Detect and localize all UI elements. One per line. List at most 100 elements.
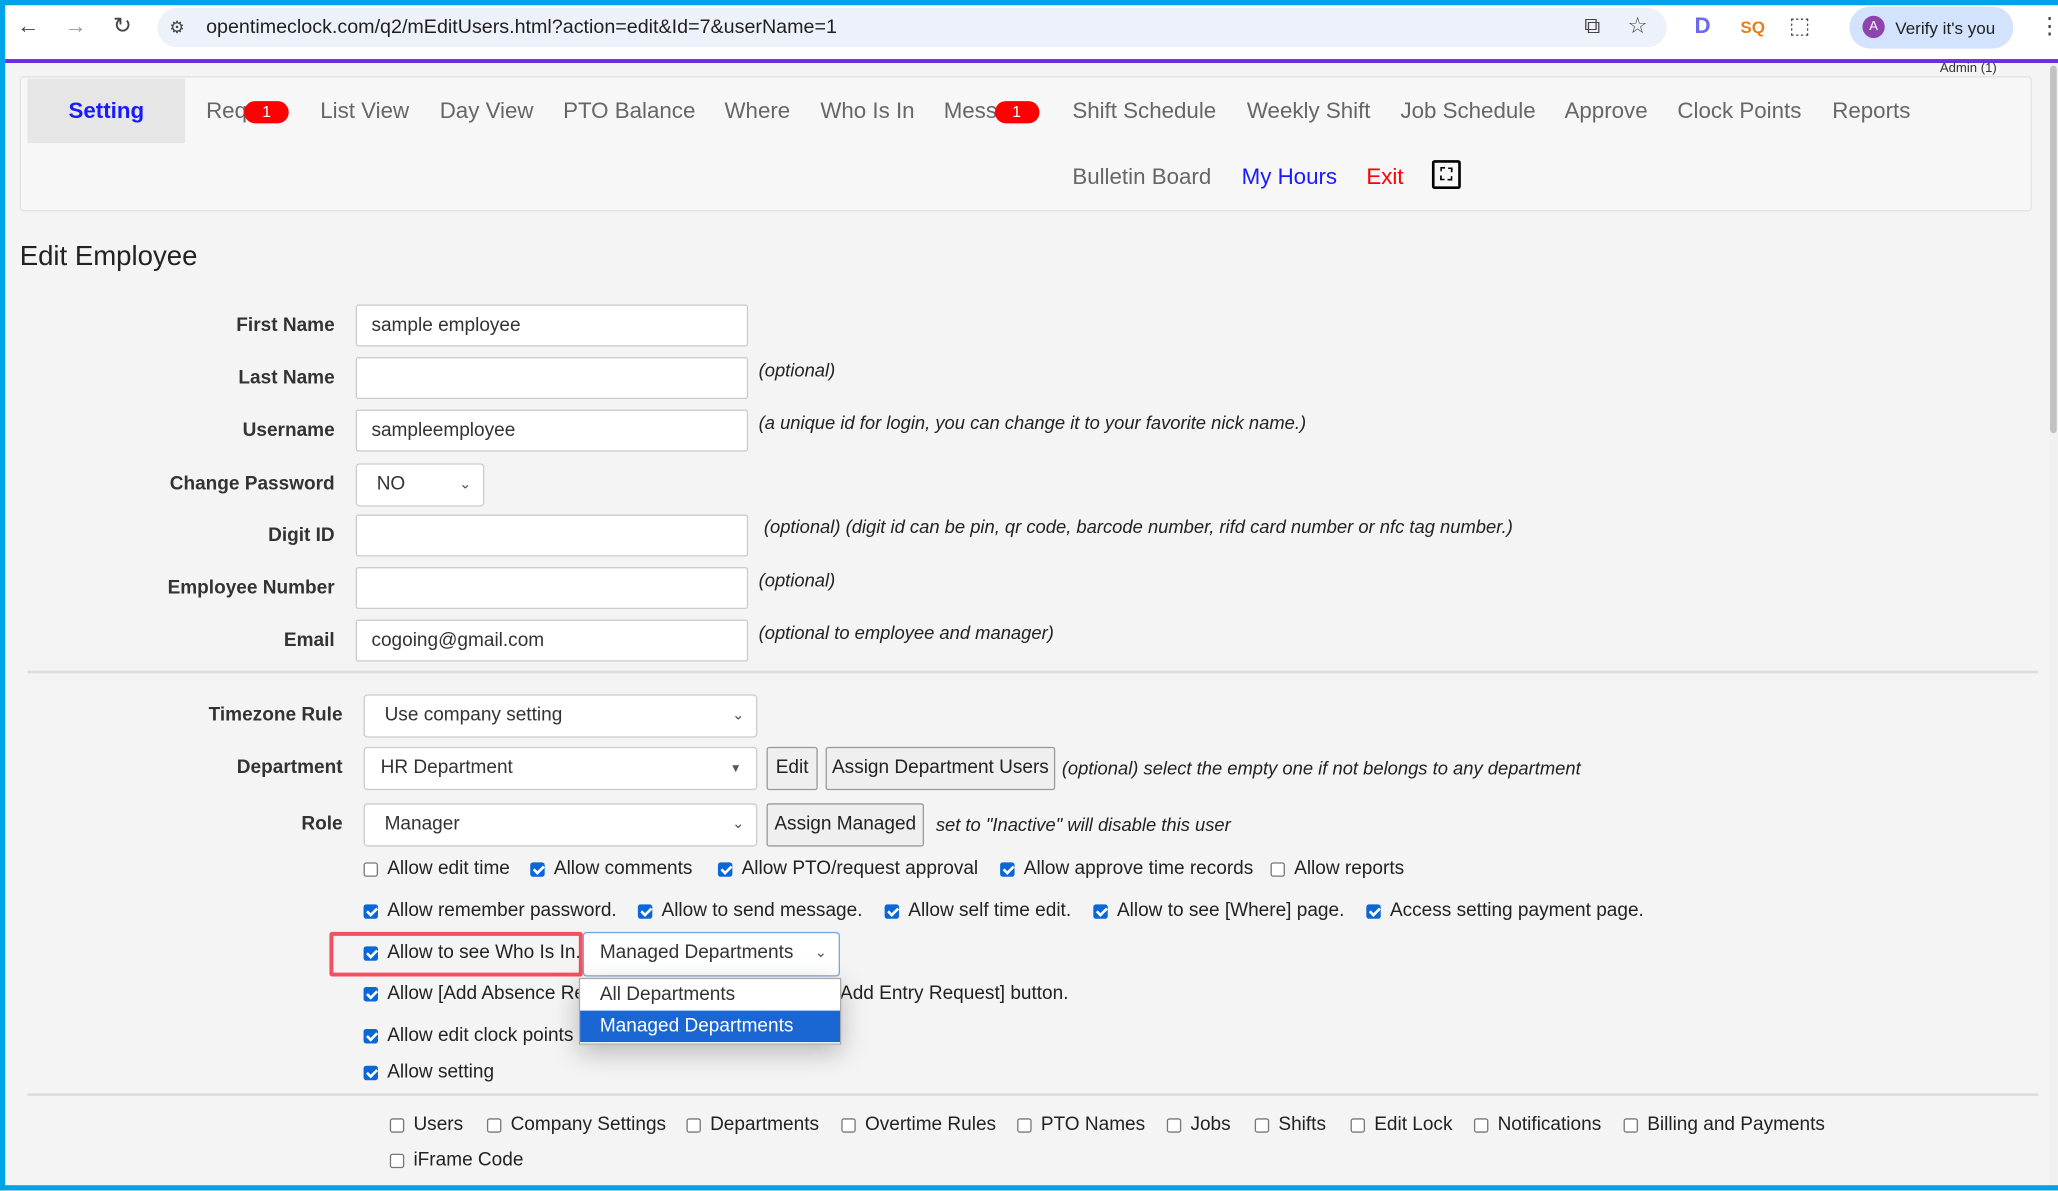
- permission-checkbox-shifts[interactable]: Shifts: [1254, 1114, 1326, 1135]
- option-managed-departments[interactable]: Managed Departments: [580, 1010, 840, 1043]
- permission-checkbox-jobs[interactable]: Jobs: [1166, 1114, 1231, 1135]
- timezone-select[interactable]: Use company setting ⌄: [363, 694, 758, 738]
- checkbox[interactable]: [1166, 1117, 1182, 1133]
- menu-icon[interactable]: ⋮: [2038, 13, 2058, 39]
- edit-department-button[interactable]: Edit: [766, 746, 818, 791]
- checkbox[interactable]: [363, 986, 378, 1001]
- permission-checkbox-edit-lock[interactable]: Edit Lock: [1350, 1114, 1452, 1135]
- checkbox[interactable]: [363, 1065, 378, 1080]
- first-name-input[interactable]: sample employee: [355, 304, 749, 347]
- fullscreen-icon[interactable]: ⛶: [1431, 160, 1461, 189]
- role-select[interactable]: Manager ⌄: [363, 803, 758, 847]
- permission-checkbox-users[interactable]: Users: [389, 1114, 463, 1135]
- nav-bulletin-board[interactable]: Bulletin Board: [1072, 164, 1211, 190]
- nav-weekly-shift[interactable]: Weekly Shift: [1247, 98, 1371, 124]
- change-password-select[interactable]: NO ⌄: [355, 463, 485, 507]
- profile-label: Verify it's you: [1895, 18, 1996, 39]
- username-input[interactable]: sampleemployee: [355, 409, 749, 452]
- checkbox[interactable]: [1473, 1117, 1489, 1133]
- nav-setting[interactable]: Setting: [27, 78, 186, 144]
- profile-button[interactable]: A Verify it's you: [1849, 6, 2014, 49]
- permission-checkbox-allow-pto-request-approval[interactable]: Allow PTO/request approval: [717, 858, 978, 879]
- nav-reports[interactable]: Reports: [1832, 98, 1910, 124]
- checkbox[interactable]: [363, 903, 378, 919]
- last-name-hint: (optional): [758, 359, 836, 381]
- star-icon[interactable]: ☆: [1628, 13, 1648, 39]
- permission-checkbox-allow-comments[interactable]: Allow comments: [530, 858, 692, 879]
- email-input[interactable]: cogoing@gmail.com: [355, 619, 749, 662]
- permission-checkbox-company-settings[interactable]: Company Settings: [486, 1114, 666, 1135]
- permission-checkbox-access-setting-payment-page[interactable]: Access setting payment page.: [1366, 900, 1644, 921]
- last-name-input[interactable]: [355, 357, 749, 399]
- nav-approve[interactable]: Approve: [1565, 98, 1648, 124]
- assign-managed-button[interactable]: Assign Managed: [766, 803, 924, 847]
- checkbox[interactable]: [884, 903, 900, 919]
- allow-add-absence-checkbox[interactable]: Allow [Add Absence Re: [363, 983, 585, 1004]
- permission-checkbox-pto-names[interactable]: PTO Names: [1017, 1114, 1145, 1135]
- checkbox[interactable]: [389, 1117, 405, 1133]
- who-is-in-scope-select[interactable]: Managed Departments ⌄: [582, 931, 840, 977]
- checkbox[interactable]: [717, 861, 733, 877]
- permission-checkbox-notifications[interactable]: Notifications: [1473, 1114, 1601, 1135]
- site-settings-icon[interactable]: ⚙: [169, 17, 184, 38]
- department-select[interactable]: HR Department ▼: [363, 746, 758, 791]
- permission-checkbox-overtime-rules[interactable]: Overtime Rules: [841, 1114, 996, 1135]
- nav-my-hours[interactable]: My Hours: [1242, 164, 1337, 190]
- reload-icon[interactable]: ↻: [113, 13, 132, 39]
- checkbox[interactable]: [1366, 903, 1381, 919]
- nav-where[interactable]: Where: [725, 98, 791, 124]
- nav-shift-schedule[interactable]: Shift Schedule: [1072, 98, 1216, 124]
- extension-d-icon[interactable]: D: [1694, 13, 1710, 39]
- nav-exit[interactable]: Exit: [1366, 164, 1403, 190]
- nav-day-view[interactable]: Day View: [440, 98, 534, 124]
- checkbox[interactable]: [686, 1117, 701, 1133]
- extension-sq-icon[interactable]: SQ: [1740, 17, 1765, 37]
- allow-edit-clock-points-checkbox[interactable]: Allow edit clock points: [363, 1025, 573, 1046]
- nav-req[interactable]: Req 1: [206, 98, 289, 124]
- nav-list-view[interactable]: List View: [320, 98, 409, 124]
- checkbox[interactable]: [363, 861, 378, 877]
- nav-clock-points[interactable]: Clock Points: [1677, 98, 1801, 124]
- checkbox[interactable]: [1254, 1117, 1270, 1133]
- digit-id-hint: (optional) (digit id can be pin, qr code…: [763, 515, 1513, 537]
- scrollbar-thumb[interactable]: [2050, 65, 2057, 434]
- permission-checkbox-allow-edit-time[interactable]: Allow edit time: [363, 858, 510, 879]
- nav-who-is-in[interactable]: Who Is In: [820, 98, 914, 124]
- checkbox[interactable]: [389, 1153, 405, 1168]
- employee-number-input[interactable]: [355, 567, 749, 609]
- checkbox[interactable]: [637, 903, 653, 919]
- extensions-icon[interactable]: ⬚: [1789, 13, 1810, 39]
- back-icon[interactable]: ←: [17, 13, 39, 39]
- permission-checkbox-iframe-code[interactable]: iFrame Code: [389, 1150, 523, 1171]
- permission-checkbox-allow-to-see-where-page[interactable]: Allow to see [Where] page.: [1093, 900, 1344, 921]
- option-all-departments[interactable]: All Departments: [580, 979, 840, 1011]
- checkbox[interactable]: [1017, 1117, 1032, 1133]
- permission-checkbox-billing-and-payments[interactable]: Billing and Payments: [1623, 1114, 1825, 1135]
- checkbox[interactable]: [530, 861, 545, 877]
- permission-checkbox-allow-reports[interactable]: Allow reports: [1270, 858, 1404, 879]
- checkbox[interactable]: [1270, 861, 1285, 877]
- forward-icon[interactable]: →: [64, 13, 86, 39]
- checkbox[interactable]: [1000, 861, 1015, 877]
- permission-checkbox-departments[interactable]: Departments: [686, 1114, 819, 1135]
- assign-department-users-button[interactable]: Assign Department Users: [825, 746, 1056, 791]
- checkbox[interactable]: [841, 1117, 856, 1133]
- checkbox[interactable]: [363, 1028, 378, 1043]
- digit-id-input[interactable]: [355, 514, 749, 557]
- permission-checkbox-allow-remember-password[interactable]: Allow remember password.: [363, 900, 617, 921]
- nav-pto-balance[interactable]: PTO Balance: [563, 98, 695, 124]
- checkbox[interactable]: [1350, 1117, 1365, 1133]
- checkbox[interactable]: [1093, 903, 1108, 919]
- permission-checkbox-allow-self-time-edit[interactable]: Allow self time edit.: [884, 900, 1071, 921]
- allow-setting-checkbox[interactable]: Allow setting: [363, 1062, 494, 1083]
- checkbox-label: Allow to see [Where] page.: [1116, 900, 1345, 922]
- install-icon[interactable]: ⧉: [1584, 13, 1600, 39]
- url-text[interactable]: opentimeclock.com/q2/mEditUsers.html?act…: [206, 16, 837, 38]
- checkbox-label: Allow to send message.: [661, 900, 863, 922]
- checkbox[interactable]: [1623, 1117, 1638, 1133]
- permission-checkbox-allow-to-send-message[interactable]: Allow to send message.: [637, 900, 863, 922]
- nav-job-schedule[interactable]: Job Schedule: [1400, 98, 1535, 124]
- permission-checkbox-allow-approve-time-records[interactable]: Allow approve time records: [1000, 858, 1253, 879]
- nav-mess[interactable]: Mess 1: [944, 98, 1040, 124]
- checkbox[interactable]: [486, 1117, 502, 1133]
